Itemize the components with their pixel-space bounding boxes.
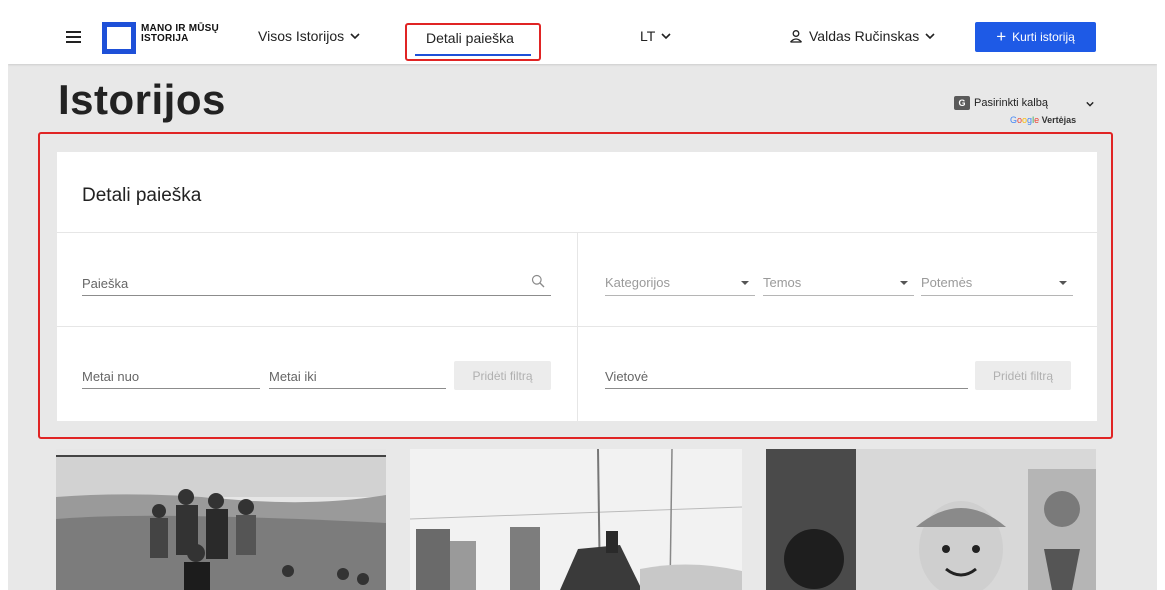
story-card-children-photo[interactable]: [766, 449, 1096, 590]
search-input[interactable]: [82, 272, 551, 294]
logo-mark[interactable]: [102, 22, 136, 54]
nav-all-stories-label: Visos Istorijos: [258, 28, 345, 44]
location-input[interactable]: [605, 365, 968, 387]
dropdown-caret-icon: [741, 281, 749, 285]
location-field[interactable]: [605, 365, 968, 389]
year-from-input[interactable]: [82, 365, 260, 387]
nav-detailed-search[interactable]: Detali paieška: [405, 23, 541, 61]
translate-select-label: Pasirinkti kalbą: [974, 97, 1048, 109]
nav-detailed-search-label: Detali paieška: [426, 30, 514, 46]
detailed-search-panel: Detali paieška Kategorijos Temos Potemės: [57, 152, 1097, 421]
year-to-input[interactable]: [269, 365, 446, 387]
story-image: [766, 449, 1096, 590]
chevron-down-icon: [1086, 101, 1094, 107]
google-translate-icon: G: [954, 96, 970, 110]
year-to-field[interactable]: [269, 365, 446, 389]
subthemes-select[interactable]: Potemės: [921, 272, 1073, 296]
page-title: Istorijos: [58, 76, 226, 123]
subthemes-label: Potemės: [921, 275, 973, 290]
page-frame: MANO IR MŪSŲ ISTORIJA Visos Istorijos De…: [8, 10, 1157, 590]
story-card-city-photo[interactable]: [410, 449, 742, 590]
user-icon: [790, 30, 802, 43]
logo-line-2: ISTORIJA: [141, 33, 189, 44]
search-icon[interactable]: [531, 274, 545, 288]
language-selector[interactable]: LT: [640, 28, 671, 44]
categories-label: Kategorijos: [605, 275, 671, 290]
add-filter-button[interactable]: Pridėti filtrą: [454, 361, 551, 390]
story-image: [56, 449, 386, 590]
hamburger-icon[interactable]: [66, 31, 81, 43]
story-card-beach-photo[interactable]: [56, 449, 386, 590]
chevron-down-icon: [925, 33, 935, 40]
user-menu[interactable]: Valdas Ručinskas: [789, 28, 935, 44]
dropdown-caret-icon: [900, 281, 908, 285]
top-navigation: MANO IR MŪSŲ ISTORIJA Visos Istorijos De…: [8, 10, 1157, 64]
categories-select[interactable]: Kategorijos: [605, 272, 755, 296]
search-panel-title: Detali paieška: [82, 185, 202, 206]
language-label: LT: [640, 28, 656, 44]
active-tab-indicator: [415, 54, 531, 56]
add-filter-label: Pridėti filtrą: [472, 368, 533, 383]
nav-all-stories[interactable]: Visos Istorijos: [258, 28, 360, 44]
create-story-label: Kurti istoriją: [1012, 30, 1075, 44]
chevron-down-icon: [661, 33, 671, 40]
themes-label: Temos: [763, 275, 802, 290]
dropdown-caret-icon: [1059, 281, 1067, 285]
plus-icon: +: [996, 27, 1007, 46]
google-logo: Google: [1010, 115, 1040, 125]
add-location-filter-button[interactable]: Pridėti filtrą: [975, 361, 1071, 390]
search-field[interactable]: [82, 272, 551, 296]
add-location-filter-label: Pridėti filtrą: [992, 368, 1054, 383]
create-story-button[interactable]: + Kurti istoriją: [975, 22, 1096, 52]
chevron-down-icon: [350, 33, 360, 40]
logo-text[interactable]: MANO IR MŪSŲ ISTORIJA: [141, 24, 219, 44]
divider: [577, 232, 578, 421]
year-from-field[interactable]: [82, 365, 260, 389]
themes-select[interactable]: Temos: [763, 272, 914, 296]
story-image: [410, 449, 742, 590]
translate-brand-suffix: Vertėjas: [1041, 115, 1077, 125]
user-name: Valdas Ručinskas: [809, 28, 920, 44]
google-translate-brand: Google Vertėjas: [1010, 115, 1076, 125]
google-translate-widget[interactable]: G Pasirinkti kalbą Google Vertėjas: [954, 96, 1104, 128]
